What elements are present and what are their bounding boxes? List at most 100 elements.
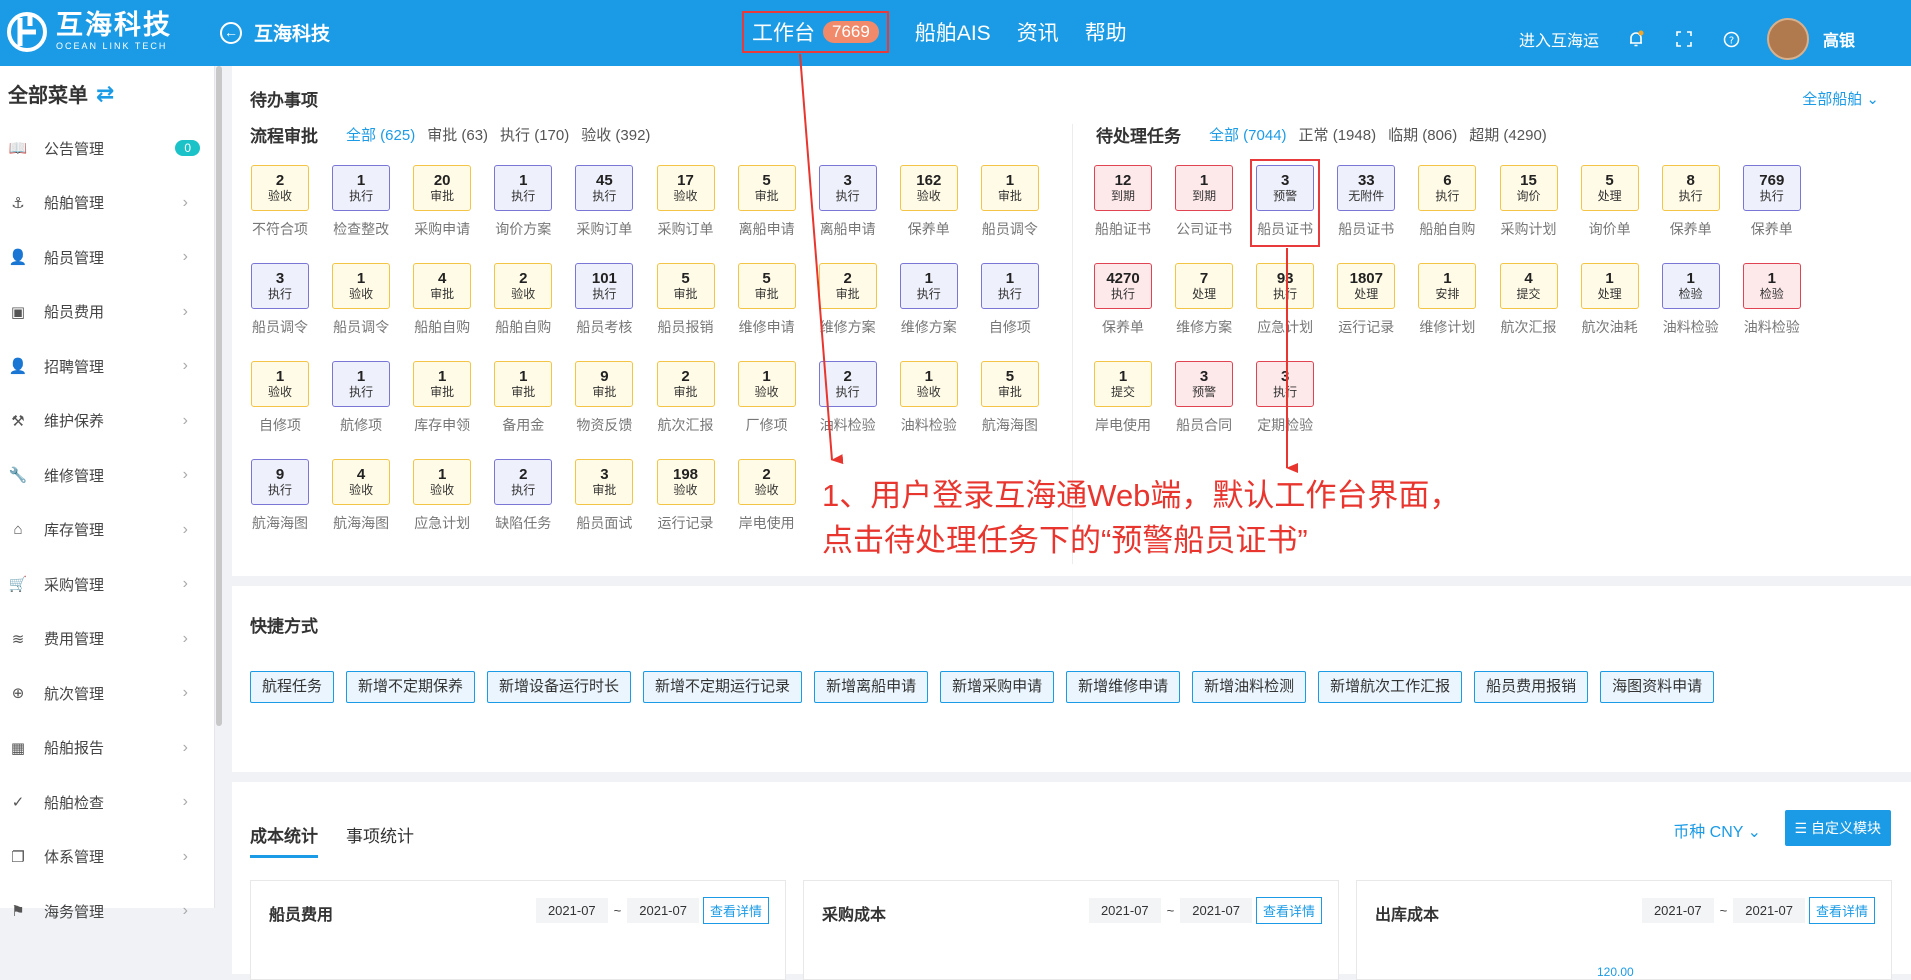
task-tile[interactable]: 3 执行 定期检验 xyxy=(1250,361,1320,435)
task-count-box[interactable]: 9 执行 xyxy=(251,459,309,505)
task-tile[interactable]: 1 验收 厂修项 xyxy=(732,361,802,435)
quick-button[interactable]: 新增不定期保养 xyxy=(346,671,476,703)
task-count-box[interactable]: 1 审批 xyxy=(494,361,553,407)
task-tile[interactable]: 198 验收 运行记录 xyxy=(651,459,721,533)
task-tile[interactable]: 1 执行 检查整改 xyxy=(326,165,396,239)
pending-filter-due[interactable]: 临期 (806) xyxy=(1388,124,1457,145)
task-count-box[interactable]: 4270 执行 xyxy=(1094,263,1152,309)
view-detail-button[interactable]: 查看详情 xyxy=(1808,897,1875,924)
pending-filter-all[interactable]: 全部 (7044) xyxy=(1209,124,1287,145)
date-to[interactable]: 2021-07 xyxy=(627,898,699,923)
task-tile[interactable]: 1 处理 航次油耗 xyxy=(1575,263,1645,337)
task-tile[interactable]: 101 执行 船员考核 xyxy=(569,263,639,337)
date-to[interactable]: 2021-07 xyxy=(1180,898,1252,923)
task-tile[interactable]: 2 验收 不符合项 xyxy=(245,165,315,239)
date-from[interactable]: 2021-07 xyxy=(535,898,608,923)
task-count-box[interactable]: 1 检验 xyxy=(1742,263,1801,309)
task-count-box[interactable]: 2 验收 xyxy=(737,459,796,505)
task-tile[interactable]: 1 审批 库存申领 xyxy=(407,361,477,435)
task-count-box[interactable]: 3 执行 xyxy=(818,165,877,211)
task-count-box[interactable]: 5 处理 xyxy=(1580,165,1639,211)
task-tile[interactable]: 3 执行 船员调令 xyxy=(245,263,315,337)
fullscreen-icon[interactable] xyxy=(1673,28,1695,50)
task-tile[interactable]: 9 执行 航海海图 xyxy=(245,459,315,533)
quick-button[interactable]: 新增设备运行时长 xyxy=(487,671,632,703)
quick-button[interactable]: 海图资料申请 xyxy=(1600,671,1715,703)
view-detail-button[interactable]: 查看详情 xyxy=(702,897,769,924)
task-tile[interactable]: 5 处理 询价单 xyxy=(1575,165,1645,239)
task-count-box[interactable]: 1 提交 xyxy=(1094,361,1152,407)
sidebar-item[interactable]: ▣ 船员费用 › xyxy=(0,285,214,340)
task-count-box[interactable]: 1 验收 xyxy=(737,361,796,407)
task-count-box[interactable]: 9 审批 xyxy=(575,361,634,407)
task-count-box[interactable]: 93 执行 xyxy=(1256,263,1315,309)
task-count-box[interactable]: 12 到期 xyxy=(1094,165,1152,211)
task-tile[interactable]: 12 到期 船舶证书 xyxy=(1088,165,1158,239)
sidebar-scrollbar[interactable] xyxy=(216,66,222,726)
task-count-box[interactable]: 1 审批 xyxy=(980,165,1039,211)
task-tile[interactable]: 1 到期 公司证书 xyxy=(1169,165,1239,239)
task-count-box[interactable]: 1 验收 xyxy=(332,263,391,309)
sidebar-item[interactable]: ⌂ 库存管理 › xyxy=(0,503,214,558)
currency-select[interactable]: 币种 CNY ⌄ xyxy=(1673,818,1761,842)
task-count-box[interactable]: 1 验收 xyxy=(899,361,958,407)
avatar[interactable] xyxy=(1766,18,1809,60)
task-tile[interactable]: 2 审批 维修方案 xyxy=(813,263,883,337)
enter-huhaiyun-link[interactable]: 进入互海运 xyxy=(1519,27,1599,51)
task-count-box[interactable]: 2 验收 xyxy=(251,165,309,211)
sidebar-item[interactable]: 👤 船员管理 › xyxy=(0,230,214,285)
task-count-box[interactable]: 1 执行 xyxy=(494,165,553,211)
sidebar-item[interactable]: 👤 招聘管理 › xyxy=(0,339,214,394)
back-button[interactable]: ← 互海科技 xyxy=(220,19,330,46)
quick-button[interactable]: 新增航次工作汇报 xyxy=(1318,671,1463,703)
task-tile[interactable]: 5 审批 船员报销 xyxy=(651,263,721,337)
task-tile[interactable]: 162 验收 保养单 xyxy=(894,165,964,239)
flow-filter-all[interactable]: 全部 (625) xyxy=(346,124,415,145)
task-tile[interactable]: 5 审批 航海海图 xyxy=(975,361,1045,435)
task-tile[interactable]: 1807 处理 运行记录 xyxy=(1331,263,1401,337)
task-tile[interactable]: 1 验收 船员调令 xyxy=(326,263,396,337)
task-count-box[interactable]: 1 执行 xyxy=(899,263,958,309)
task-count-box[interactable]: 2 审批 xyxy=(818,263,877,309)
task-count-box[interactable]: 1 验收 xyxy=(251,361,309,407)
task-tile[interactable]: 1 执行 维修方案 xyxy=(894,263,964,337)
task-count-box[interactable]: 1 审批 xyxy=(413,361,472,407)
task-count-box[interactable]: 8 执行 xyxy=(1661,165,1720,211)
flow-filter-accept[interactable]: 验收 (392) xyxy=(581,124,650,145)
quick-button[interactable]: 新增维修申请 xyxy=(1066,671,1181,703)
sidebar-item[interactable]: ▦ 船舶报告 › xyxy=(0,721,214,776)
task-count-box[interactable]: 101 执行 xyxy=(575,263,634,309)
task-tile[interactable]: 8 执行 保养单 xyxy=(1656,165,1726,239)
task-count-box[interactable]: 1 安排 xyxy=(1418,263,1477,309)
task-count-box[interactable]: 6 执行 xyxy=(1418,165,1477,211)
bell-icon[interactable] xyxy=(1625,28,1647,50)
task-tile[interactable]: 7 处理 维修方案 xyxy=(1169,263,1239,337)
task-count-box[interactable]: 162 验收 xyxy=(899,165,958,211)
sidebar-item[interactable]: ⊕ 航次管理 › xyxy=(0,666,214,721)
nav-news[interactable]: 资讯 xyxy=(1017,17,1059,47)
task-count-box[interactable]: 5 审批 xyxy=(980,361,1039,407)
user-name[interactable]: 高银 xyxy=(1823,27,1855,51)
task-count-box[interactable]: 15 询价 xyxy=(1499,165,1558,211)
task-count-box[interactable]: 20 审批 xyxy=(413,165,472,211)
sidebar-item[interactable]: ≋ 费用管理 › xyxy=(0,612,214,667)
pending-filter-normal[interactable]: 正常 (1948) xyxy=(1299,124,1377,145)
task-tile[interactable]: 2 验收 岸电使用 xyxy=(732,459,802,533)
task-tile[interactable]: 2 执行 缺陷任务 xyxy=(488,459,558,533)
task-tile[interactable]: 1 验收 油料检验 xyxy=(894,361,964,435)
task-count-box[interactable]: 1807 处理 xyxy=(1337,263,1396,309)
sidebar-item[interactable]: 🛒 采购管理 › xyxy=(0,557,214,612)
flow-filter-execute[interactable]: 执行 (170) xyxy=(500,124,569,145)
task-count-box[interactable]: 769 执行 xyxy=(1742,165,1801,211)
task-count-box[interactable]: 1 到期 xyxy=(1175,165,1234,211)
task-tile[interactable]: 1 执行 自修项 xyxy=(975,263,1045,337)
task-tile[interactable]: 4270 执行 保养单 xyxy=(1088,263,1158,337)
task-tile[interactable]: 769 执行 保养单 xyxy=(1737,165,1807,239)
task-count-box[interactable]: 4 审批 xyxy=(413,263,472,309)
task-tile[interactable]: 33 无附件 船员证书 xyxy=(1331,165,1401,239)
sidebar-item[interactable]: ❐ 体系管理 › xyxy=(0,830,214,885)
date-from[interactable]: 2021-07 xyxy=(1641,898,1714,923)
nav-workbench[interactable]: 工作台 7669 xyxy=(742,11,889,53)
task-count-box[interactable]: 3 预警 xyxy=(1175,361,1234,407)
task-count-box[interactable]: 17 验收 xyxy=(656,165,715,211)
